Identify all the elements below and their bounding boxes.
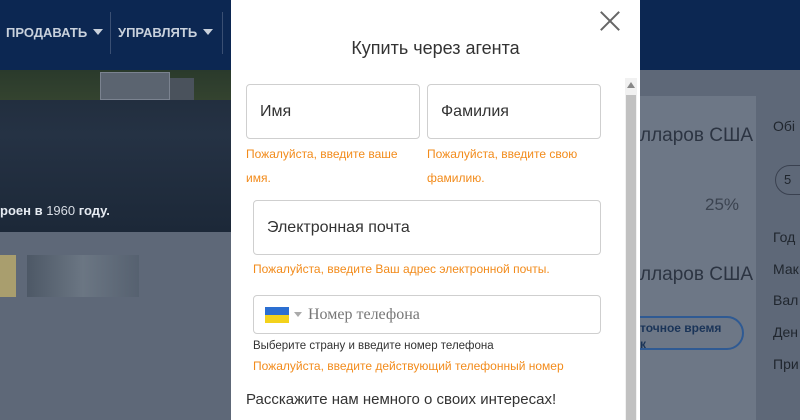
email-error: Пожалуйста, введите Ваш адрес электронно…: [253, 262, 550, 276]
last-name-input[interactable]: Фамилия: [427, 84, 601, 139]
phone-input[interactable]: Номер телефона: [253, 295, 601, 334]
phone-error: Пожалуйста, введите действующий телефонн…: [253, 359, 564, 373]
first-name-error-line2: имя.: [246, 171, 271, 185]
side-label: При: [773, 356, 799, 372]
first-name-error-line1: Пожалуйста, введите ваше: [246, 147, 398, 161]
built-suffix: году.: [78, 203, 110, 218]
photo-thumbnail[interactable]: [27, 255, 139, 297]
photo-building: [170, 78, 194, 100]
side-pill-label: 5: [784, 172, 792, 187]
photo-thumbnail[interactable]: [0, 255, 16, 297]
ukraine-flag-icon[interactable]: [265, 306, 289, 323]
currency-label: лларов США: [640, 125, 754, 146]
scroll-up-arrow-icon[interactable]: [627, 82, 635, 88]
nav-sell[interactable]: ПРОДАВАТЬ: [6, 25, 104, 40]
phone-hint: Выберите страну и введите номер телефона: [253, 340, 494, 352]
chevron-down-icon: [93, 29, 104, 35]
close-icon[interactable]: [597, 8, 623, 34]
email-input[interactable]: Электронная почта: [253, 200, 601, 255]
percent-value: 25%: [705, 195, 740, 214]
built-year-caption: роен в 1960 году.: [0, 203, 110, 218]
schedule-pill[interactable]: точное время к: [622, 316, 744, 351]
nav-sell-label: ПРОДАВАТЬ: [6, 25, 88, 40]
nav-manage-label: УПРАВЛЯТЬ: [118, 25, 198, 40]
interests-heading: Расскажите нам немного о своих интересах…: [246, 391, 557, 408]
built-year: 1960: [46, 203, 76, 218]
chevron-down-icon[interactable]: [294, 312, 302, 317]
pill-line1: точное время: [640, 321, 722, 335]
side-label: Обі: [773, 118, 796, 134]
currency-label: лларов США: [640, 264, 754, 285]
nav-manage[interactable]: УПРАВЛЯТЬ: [118, 25, 214, 40]
side-label: Ден: [773, 324, 798, 340]
pill-line2: к: [640, 337, 647, 351]
email-placeholder: Электронная почта: [267, 218, 410, 236]
last-name-error-line2: фамилию.: [427, 171, 485, 185]
first-name-placeholder: Имя: [260, 102, 292, 120]
scrollbar-thumb[interactable]: [626, 95, 636, 420]
property-photo: роен в 1960 году.: [0, 70, 232, 232]
chevron-down-icon: [203, 29, 214, 35]
phone-placeholder: Номер телефона: [308, 305, 420, 323]
last-name-error-line1: Пожалуйста, введите свою: [427, 147, 578, 161]
built-prefix: роен в: [0, 203, 43, 218]
first-name-input[interactable]: Имя: [246, 84, 420, 139]
last-name-placeholder: Фамилия: [441, 102, 509, 120]
side-label: Мак: [773, 261, 799, 277]
side-label: Вал: [773, 292, 799, 308]
photo-building: [100, 72, 170, 100]
side-pill[interactable]: 5: [775, 165, 800, 195]
side-label: Год: [773, 229, 796, 245]
nav-divider: [222, 12, 223, 54]
modal-title: Купить через агента: [351, 38, 520, 58]
nav-divider: [110, 12, 111, 54]
